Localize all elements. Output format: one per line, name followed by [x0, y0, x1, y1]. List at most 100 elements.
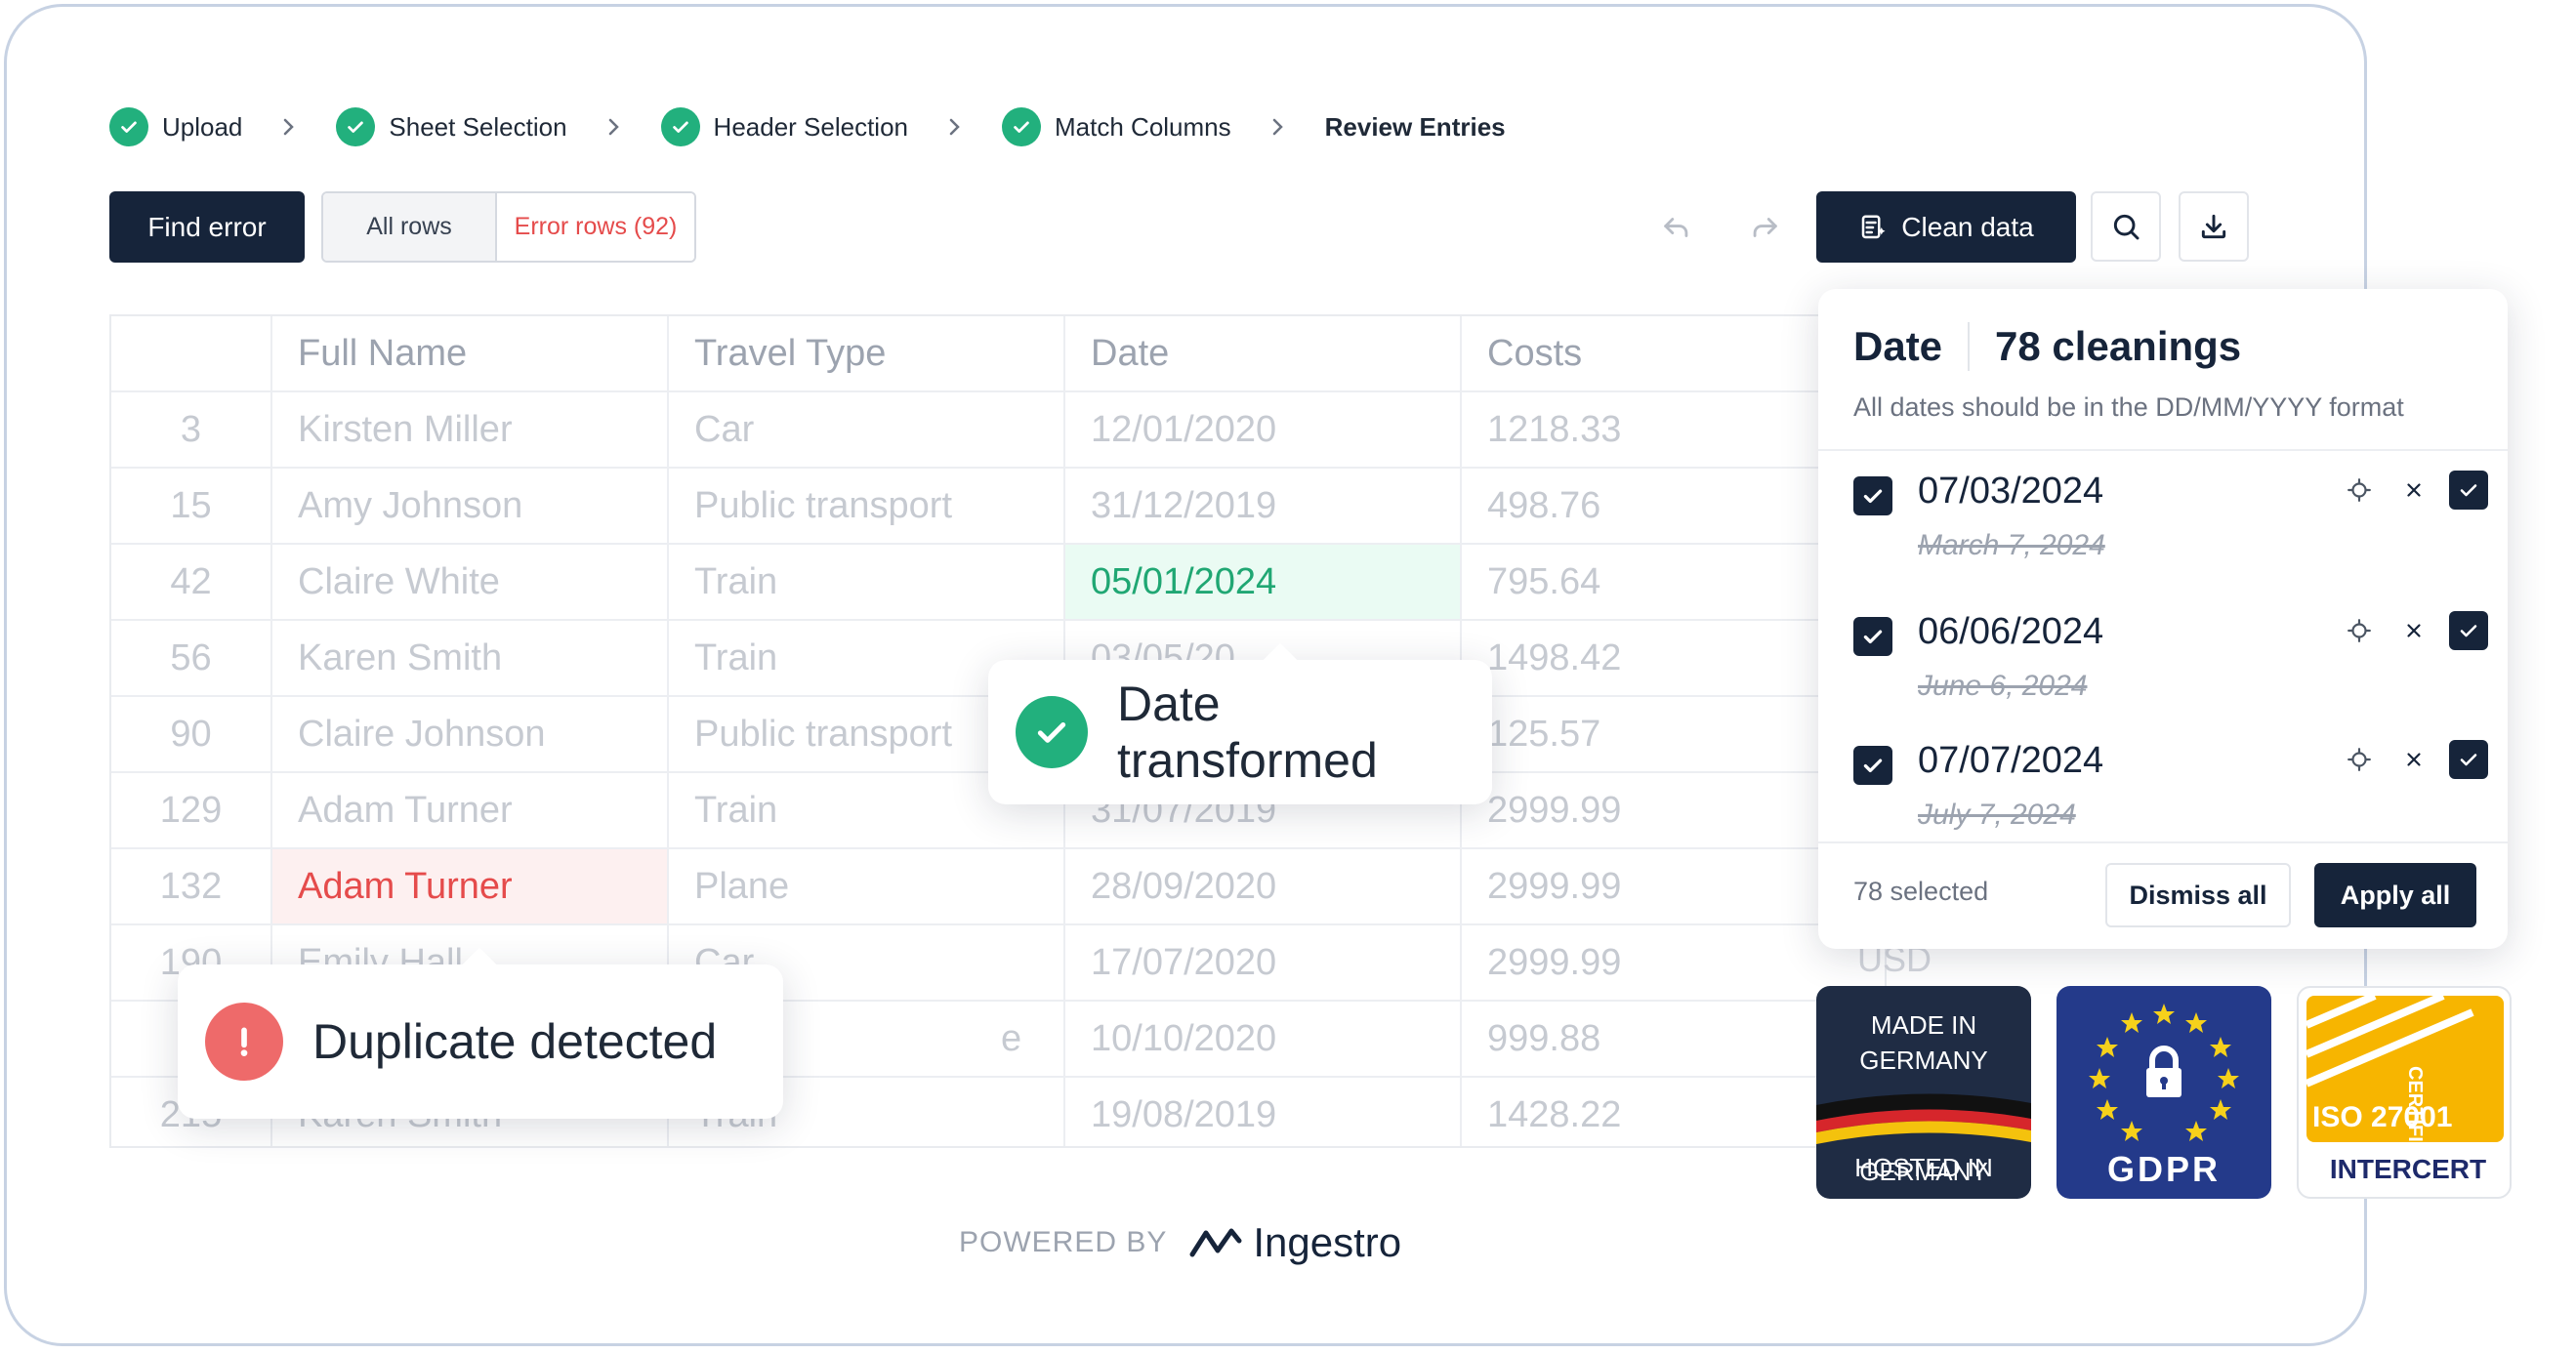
table-cell[interactable]: Train [669, 545, 1065, 619]
close-icon[interactable] [2394, 471, 2433, 510]
check-icon [1002, 107, 1042, 146]
close-icon[interactable] [2394, 740, 2433, 779]
divider [1818, 449, 2508, 451]
brand-name: Ingestro [1253, 1219, 1402, 1265]
error-cell[interactable]: Adam Turner [272, 849, 669, 923]
step-label: Review Entries [1324, 111, 1506, 142]
step-match-columns[interactable]: Match Columns [1002, 107, 1231, 146]
date-transformed-tooltip: Date transformed [988, 642, 1492, 804]
iso-yellow-panel: CERTIFICATION ISO 27001 [2306, 996, 2504, 1142]
row-number: 15 [111, 469, 272, 543]
ingestro-logo-icon [1188, 1225, 1243, 1260]
powered-by: POWERED BY Ingestro [959, 1218, 1401, 1267]
item-checkbox[interactable] [1853, 617, 1892, 656]
row-number: 42 [111, 545, 272, 619]
table-cell[interactable]: Claire Johnson [272, 697, 669, 771]
panel-header: Date 78 cleanings [1853, 322, 2241, 371]
table-cell[interactable]: 12/01/2020 [1065, 392, 1462, 467]
table-cell[interactable]: Adam Turner [272, 773, 669, 847]
header-cell[interactable]: Travel Type [669, 316, 1065, 390]
header-cell[interactable]: Full Name [272, 316, 669, 390]
step-label: Sheet Selection [389, 111, 567, 142]
table-cell[interactable]: 31/12/2019 [1065, 469, 1462, 543]
item-checkbox[interactable] [1853, 476, 1892, 515]
new-value: 07/03/2024 [1918, 471, 2104, 512]
table-header: Full Name Travel Type Date Costs [111, 316, 1885, 392]
transformed-cell[interactable]: 05/01/2024 [1065, 545, 1462, 619]
table-cell[interactable]: Claire White [272, 545, 669, 619]
step-upload[interactable]: Upload [109, 107, 242, 146]
check-icon [109, 107, 148, 146]
locate-icon[interactable] [2340, 471, 2379, 510]
new-value: 07/07/2024 [1918, 740, 2104, 781]
apply-all-button[interactable]: Apply all [2314, 863, 2476, 927]
item-checkbox[interactable] [1853, 746, 1892, 785]
table-cell[interactable]: Public transport [669, 469, 1065, 543]
chevron-right-icon [606, 117, 622, 137]
clean-data-button[interactable]: Clean data [1816, 191, 2076, 263]
accept-icon[interactable] [2449, 740, 2488, 779]
locate-icon[interactable] [2340, 611, 2379, 650]
redo-icon[interactable] [1742, 205, 1787, 250]
error-rows-tab[interactable]: Error rows (92) [497, 193, 694, 261]
divider [1818, 841, 2508, 843]
step-label: Upload [162, 111, 243, 142]
old-value: July 7, 2024 [1918, 799, 2076, 831]
cleaning-item: 06/06/2024 June 6, 2024 [1853, 529, 2488, 702]
tooltip-text: Date transformed [1117, 677, 1378, 788]
search-button[interactable] [2091, 191, 2161, 262]
row-number: 90 [111, 697, 272, 771]
table-cell[interactable]: Karen Smith [272, 621, 669, 695]
check-icon [660, 107, 700, 146]
accept-icon[interactable] [2449, 471, 2488, 510]
all-rows-tab[interactable]: All rows [323, 193, 497, 261]
step-label: Match Columns [1055, 111, 1231, 142]
item-actions [2340, 740, 2488, 779]
table-cell[interactable]: 17/07/2020 [1065, 925, 1462, 1000]
step-header-selection[interactable]: Header Selection [660, 107, 908, 146]
gdpr-badge: GDPR [2057, 986, 2271, 1199]
panel-count: 78 cleanings [1995, 323, 2242, 369]
success-check-icon [1016, 696, 1088, 768]
undo-icon[interactable] [1654, 205, 1699, 250]
check-icon [336, 107, 376, 146]
table-cell[interactable]: Kirsten Miller [272, 392, 669, 467]
item-actions [2340, 611, 2488, 650]
table-cell[interactable]: Plane [669, 849, 1065, 923]
row-number: 3 [111, 392, 272, 467]
table-cell[interactable]: Car [669, 392, 1065, 467]
chevron-right-icon [947, 117, 963, 137]
duplicate-detected-tooltip: Duplicate detected [178, 947, 783, 1119]
table-cell[interactable]: Amy Johnson [272, 469, 669, 543]
table-row: 3 Kirsten Miller Car 12/01/2020 1218.33 [111, 392, 1885, 469]
download-button[interactable] [2179, 191, 2249, 262]
header-cell [111, 316, 272, 390]
accept-icon[interactable] [2449, 611, 2488, 650]
badge-text: GDPR [2106, 1149, 2221, 1189]
find-error-button[interactable]: Find error [109, 191, 305, 263]
cleaning-item: 07/07/2024 July 7, 2024 [1853, 658, 2488, 831]
badge-text: GERMANY [1859, 1046, 1988, 1075]
dismiss-all-button[interactable]: Dismiss all [2105, 863, 2291, 927]
table-cell[interactable]: 10/10/2020 [1065, 1002, 1462, 1076]
tooltip-text: Duplicate detected [312, 1014, 718, 1069]
step-sheet-selection[interactable]: Sheet Selection [336, 107, 567, 146]
close-icon[interactable] [2394, 611, 2433, 650]
row-number: 56 [111, 621, 272, 695]
panel-column: Date [1853, 323, 1943, 369]
table-row: 42 Claire White Train 05/01/2024 795.64 [111, 545, 1885, 621]
table-row: 15 Amy Johnson Public transport 31/12/20… [111, 469, 1885, 545]
table-cell[interactable]: 19/08/2019 [1065, 1078, 1462, 1146]
selected-count: 78 selected [1853, 877, 1989, 906]
header-cell[interactable]: Date [1065, 316, 1462, 390]
badge-text: MADE IN [1870, 1010, 1977, 1040]
locate-icon[interactable] [2340, 740, 2379, 779]
badge-text: GERMANY [1859, 1157, 1988, 1186]
row-number: 129 [111, 773, 272, 847]
exclamation-icon [205, 1003, 283, 1081]
row-filter: All rows Error rows (92) [321, 191, 696, 263]
step-review-entries[interactable]: Review Entries [1325, 112, 1506, 143]
table-row: 132 Adam Turner Plane 28/09/2020 2999.99 [111, 849, 1885, 925]
table-cell[interactable]: 28/09/2020 [1065, 849, 1462, 923]
cleaning-panel: Date 78 cleanings All dates should be in… [1818, 289, 2508, 949]
